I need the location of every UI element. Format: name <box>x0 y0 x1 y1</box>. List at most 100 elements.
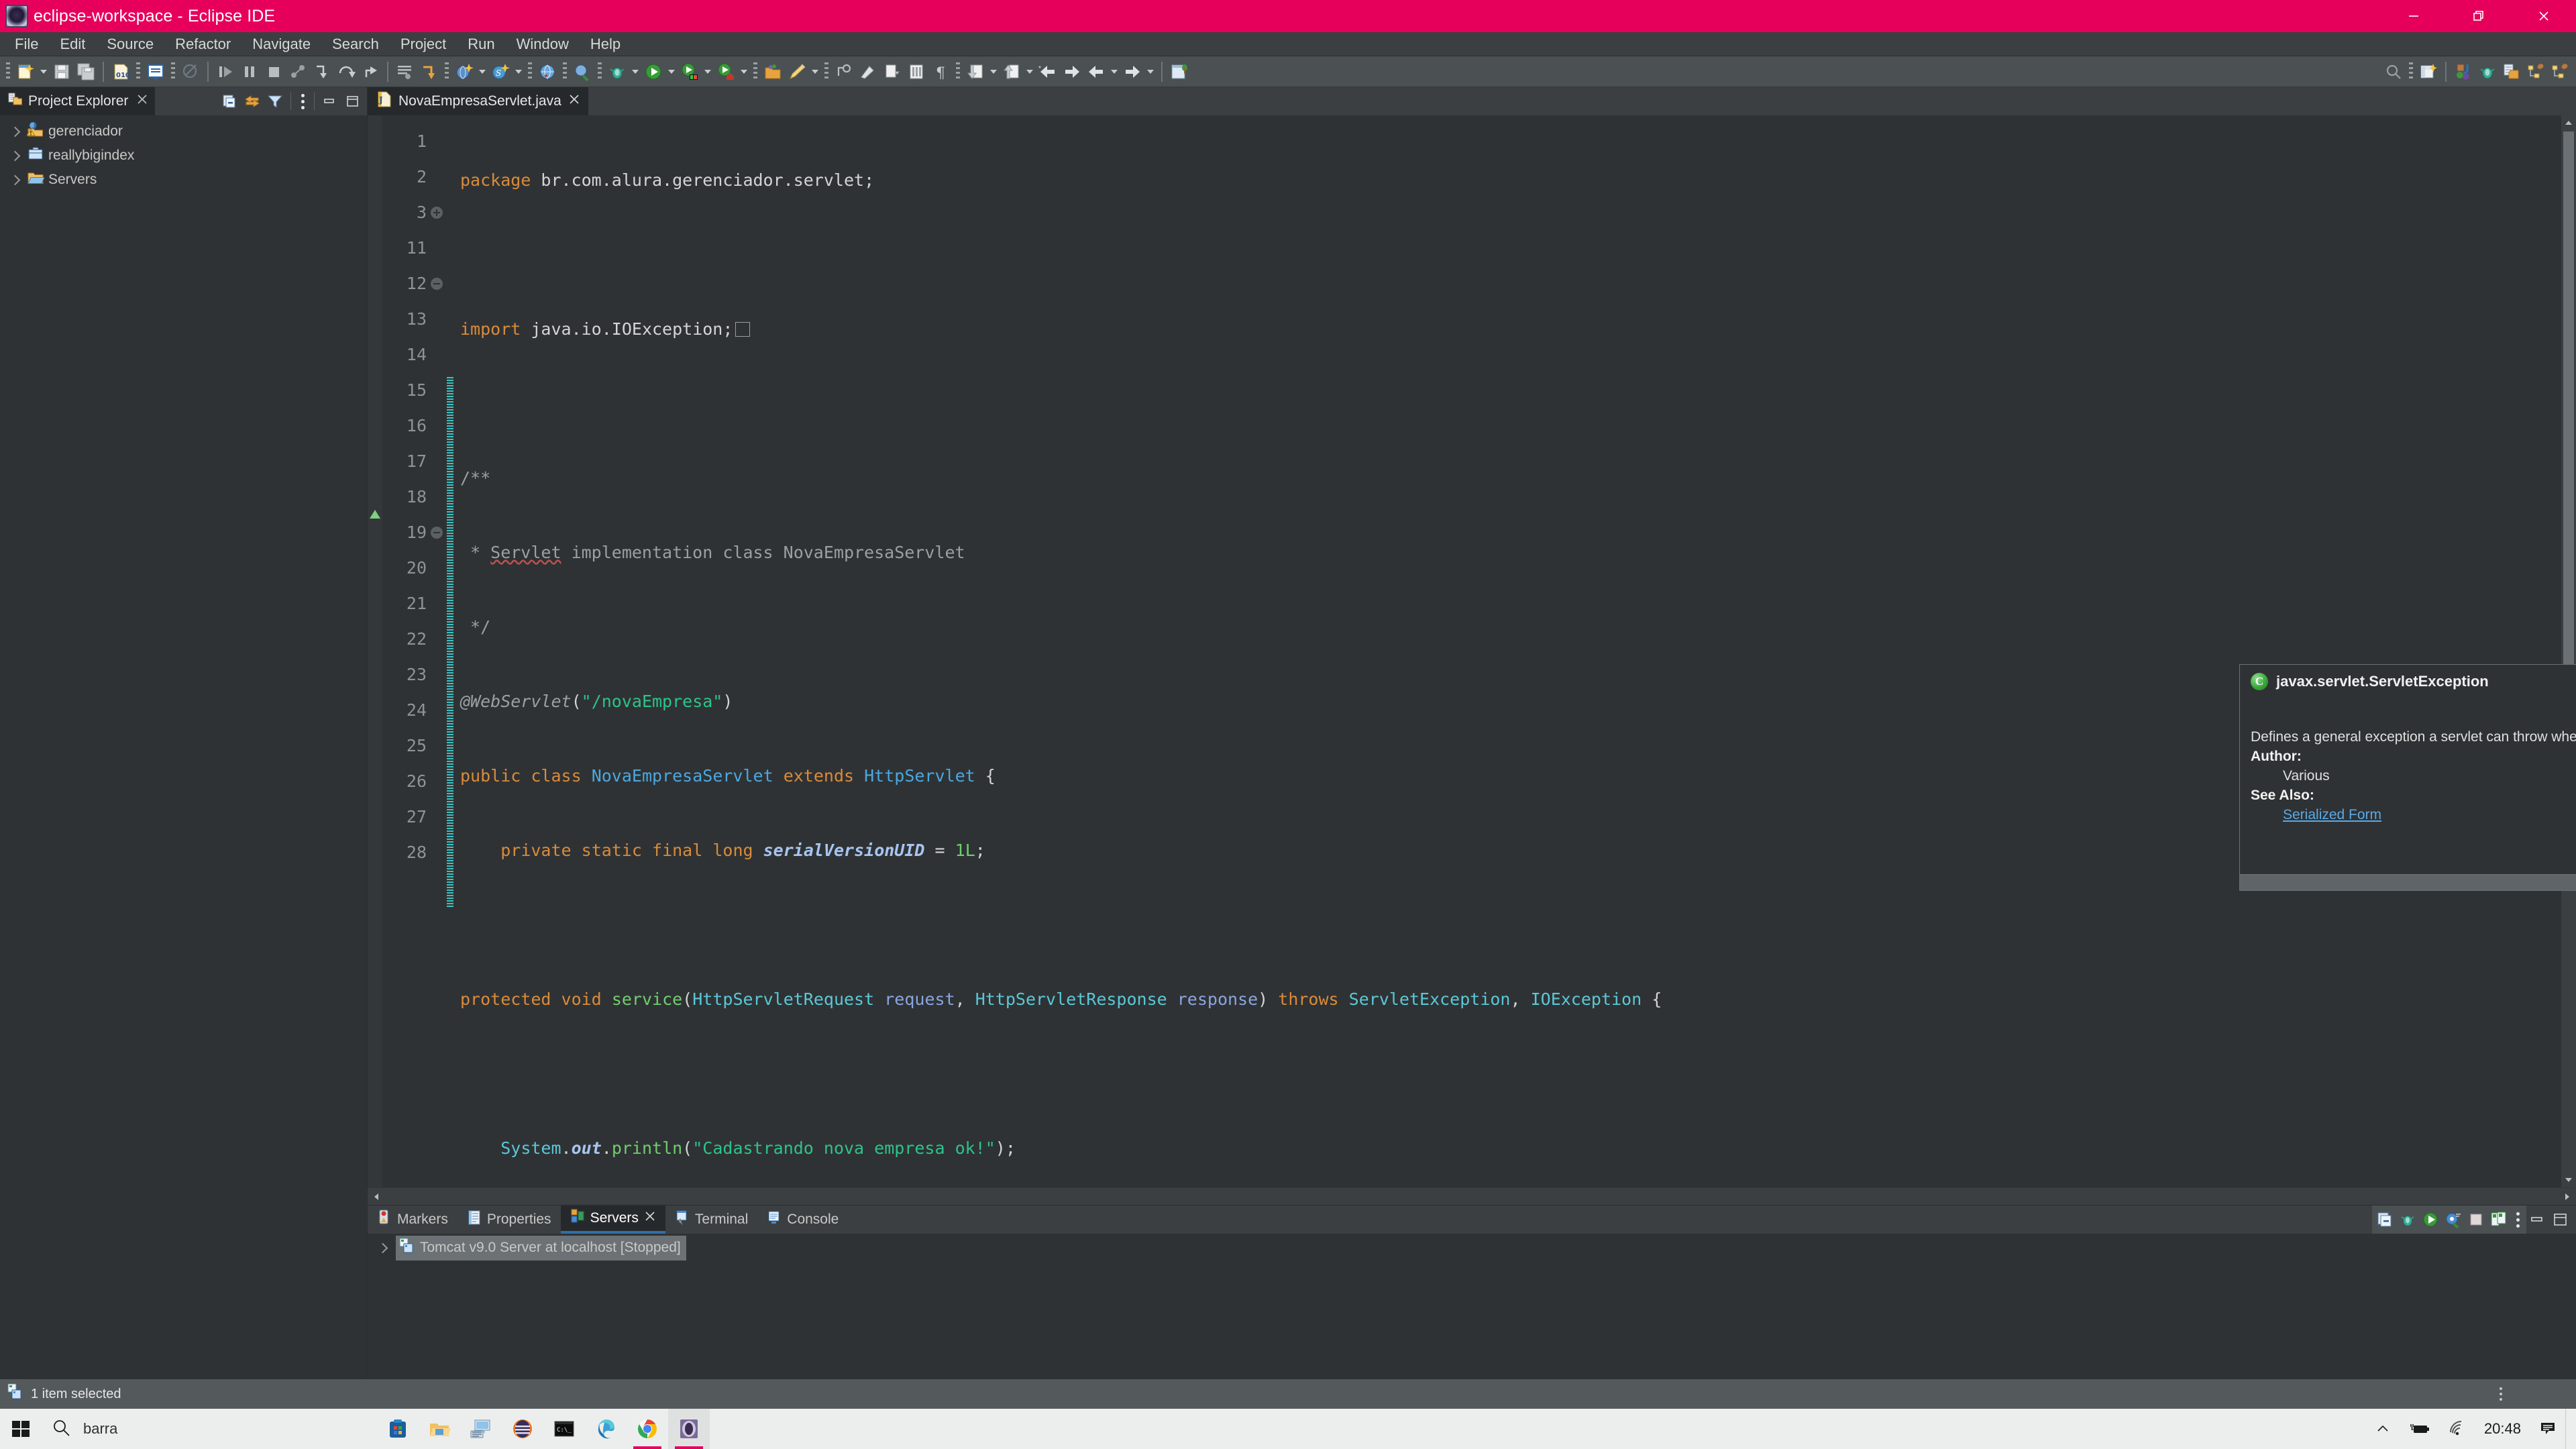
run-config-dropdown[interactable] <box>702 59 714 85</box>
toggle-mark-icon[interactable] <box>832 59 856 85</box>
oracle-vm-icon[interactable] <box>502 1409 543 1449</box>
no-debug-icon[interactable] <box>178 59 203 85</box>
tree-item-gerenciador[interactable]: gerenciador <box>0 119 367 144</box>
previous-annotation-icon[interactable] <box>856 59 880 85</box>
marker-gutter[interactable] <box>368 115 382 1187</box>
collapse-all-icon[interactable] <box>218 90 241 113</box>
file-explorer-icon[interactable] <box>419 1409 460 1449</box>
folding-ruler[interactable] <box>428 115 445 1187</box>
close-icon[interactable] <box>136 93 148 109</box>
terminate-icon[interactable] <box>262 59 286 85</box>
show-whitespace-icon[interactable]: ¶ <box>928 59 953 85</box>
new-jsp-icon[interactable] <box>144 59 168 85</box>
google-chrome-icon[interactable] <box>627 1409 668 1449</box>
serialized-form-link[interactable]: Serialized Form <box>2283 807 2381 822</box>
step-over-icon[interactable] <box>334 59 358 85</box>
toolbar-drag-handle[interactable] <box>824 62 828 81</box>
chevron-up-icon[interactable] <box>2366 1409 2400 1449</box>
upload-sources-icon[interactable] <box>1000 59 1024 85</box>
step-return-icon[interactable] <box>358 59 382 85</box>
minimize-icon[interactable] <box>319 90 341 113</box>
menu-navigate[interactable]: Navigate <box>241 33 321 56</box>
stop-server-icon[interactable] <box>2465 1208 2487 1231</box>
view-menu-icon[interactable] <box>295 90 310 113</box>
run-as-server-dropdown[interactable] <box>738 59 750 85</box>
editor-horizontal-scrollbar[interactable] <box>368 1187 2576 1205</box>
open-type-icon[interactable] <box>393 59 417 85</box>
pencil-icon[interactable] <box>785 59 809 85</box>
status-resize-handle[interactable] <box>2500 1387 2502 1401</box>
link-with-editor-icon[interactable] <box>241 90 264 113</box>
resume-icon[interactable] <box>213 59 237 85</box>
microsoft-edge-icon[interactable] <box>585 1409 627 1449</box>
debug-server-icon[interactable] <box>2396 1208 2419 1231</box>
skip-breakpoints-icon[interactable] <box>417 59 441 85</box>
minimize-button[interactable] <box>2381 0 2446 32</box>
close-button[interactable] <box>2511 0 2576 32</box>
collapse-all-icon[interactable] <box>2373 1208 2396 1231</box>
pencil-dropdown[interactable] <box>809 59 821 85</box>
minimize-icon[interactable] <box>2526 1208 2549 1231</box>
view-menu-icon[interactable] <box>2510 1208 2525 1231</box>
servers-list[interactable]: Tomcat v9.0 Server at localhost [Stopped… <box>368 1234 2576 1379</box>
new-web-project-icon[interactable] <box>452 59 476 85</box>
menu-search[interactable]: Search <box>321 33 390 56</box>
command-prompt-icon[interactable]: C:\_ <box>543 1409 585 1449</box>
run-icon[interactable] <box>641 59 665 85</box>
new-server-dropdown[interactable] <box>513 59 525 85</box>
toolbar-drag-handle[interactable] <box>563 62 567 81</box>
download-sources-icon[interactable] <box>963 59 987 85</box>
java-ee-perspective-icon[interactable] <box>2451 59 2475 85</box>
forward-icon[interactable] <box>1060 59 1084 85</box>
editor-vertical-scrollbar[interactable] <box>2561 115 2576 1187</box>
filter-icon[interactable] <box>264 90 286 113</box>
fold-expand-icon[interactable] <box>431 206 443 219</box>
new-editor-icon[interactable] <box>1167 59 1191 85</box>
tab-terminal[interactable]: Terminal <box>665 1205 757 1234</box>
warning-marker-icon[interactable] <box>370 510 380 519</box>
debug-dropdown[interactable] <box>629 59 641 85</box>
new-java-file-icon[interactable]: 010 <box>109 59 133 85</box>
menu-help[interactable]: Help <box>580 33 631 56</box>
profile-server-icon[interactable] <box>2442 1208 2465 1231</box>
menu-edit[interactable]: Edit <box>49 33 96 56</box>
scroll-left-icon[interactable] <box>368 1188 385 1205</box>
tree-item-reallybigindex[interactable]: reallybigindex <box>0 144 367 168</box>
run-config-icon[interactable] <box>678 59 702 85</box>
tab-project-explorer[interactable]: Project Explorer <box>0 87 156 115</box>
open-task-icon[interactable] <box>761 59 785 85</box>
chevron-right-icon[interactable] <box>9 128 23 136</box>
toolbar-drag-handle[interactable] <box>6 62 10 81</box>
fold-slot[interactable] <box>428 515 445 550</box>
tab-nova-empresa-servlet[interactable]: J NovaEmpresaServlet.java <box>368 87 588 115</box>
scroll-up-icon[interactable] <box>2561 115 2576 130</box>
close-icon[interactable] <box>568 93 580 109</box>
save-icon[interactable] <box>50 59 74 85</box>
javadoc-toolbar[interactable] <box>2240 874 2576 890</box>
open-perspective-icon[interactable] <box>2416 59 2440 85</box>
run-dropdown[interactable] <box>665 59 678 85</box>
wifi-icon[interactable] <box>2438 1409 2475 1449</box>
toolbar-drag-handle[interactable] <box>598 62 602 81</box>
run-as-server-icon[interactable] <box>714 59 738 85</box>
show-desktop-button[interactable] <box>2565 1409 2573 1449</box>
menu-run[interactable]: Run <box>457 33 505 56</box>
maximize-icon[interactable] <box>341 90 364 113</box>
taskbar-search-box[interactable]: barra <box>42 1409 364 1449</box>
fold-slot[interactable] <box>428 195 445 230</box>
taskbar-clock[interactable]: 20:48 <box>2475 1420 2530 1438</box>
new-wizard-dropdown[interactable] <box>38 59 50 85</box>
tree-item-servers[interactable]: Servers <box>0 168 367 192</box>
chevron-right-icon[interactable] <box>377 1244 390 1252</box>
upload-dropdown[interactable] <box>1024 59 1036 85</box>
maximize-icon[interactable] <box>2549 1208 2572 1231</box>
search-input[interactable]: barra <box>83 1420 117 1438</box>
start-server-icon[interactable] <box>2419 1208 2442 1231</box>
toolbar-drag-handle[interactable] <box>956 62 960 81</box>
close-icon[interactable] <box>644 1210 656 1226</box>
search-icon[interactable] <box>2381 59 2406 85</box>
new-wizard-icon[interactable] <box>13 59 38 85</box>
javadoc-hover-popup[interactable]: C javax.servlet.ServletException Defines… <box>2239 664 2576 891</box>
menu-file[interactable]: File <box>4 33 49 56</box>
tab-markers[interactable]: Markers <box>368 1205 458 1234</box>
